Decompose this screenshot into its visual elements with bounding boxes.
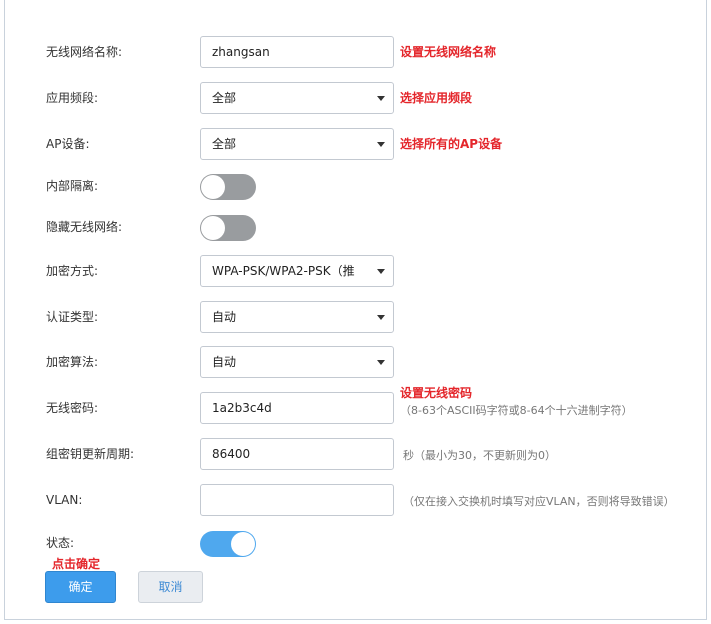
ssid-label: 无线网络名称:: [46, 45, 123, 59]
ap-annotation: 选择所有的AP设备: [400, 137, 503, 151]
ap-row: AP设备: 全部 选择所有的AP设备: [0, 128, 711, 160]
chevron-down-icon: [377, 360, 385, 365]
password-label: 无线密码:: [46, 401, 99, 415]
rekey-label: 组密钥更新周期:: [46, 447, 135, 461]
algorithm-row: 加密算法: 自动: [0, 346, 711, 378]
chevron-down-icon: [377, 269, 385, 274]
password-annotation: 设置无线密码: [400, 386, 473, 400]
isolation-toggle[interactable]: [200, 174, 256, 200]
hide-ssid-row: 隐藏无线网络:: [0, 211, 711, 243]
encryption-select[interactable]: WPA-PSK/WPA2-PSK（推: [200, 255, 394, 287]
password-hint: （8-63个ASCII码字符或8-64个十六进制字符）: [400, 404, 633, 417]
auth-row: 认证类型: 自动: [0, 301, 711, 333]
rekey-hint: 秒（最小为30，不更新则为0）: [403, 449, 556, 462]
band-label: 应用频段:: [46, 91, 99, 105]
ssid-annotation: 设置无线网络名称: [400, 45, 497, 59]
rekey-row: 组密钥更新周期: 秒（最小为30，不更新则为0）: [0, 438, 711, 470]
toggle-knob: [201, 175, 225, 199]
band-annotation: 选择应用频段: [400, 91, 473, 105]
ap-label: AP设备:: [46, 137, 90, 151]
password-input[interactable]: [200, 392, 394, 424]
vlan-label: VLAN:: [46, 493, 83, 507]
encryption-label: 加密方式:: [46, 264, 99, 278]
ok-button[interactable]: 确定: [45, 571, 116, 603]
algorithm-select[interactable]: 自动: [200, 346, 394, 378]
status-row: 状态:: [0, 527, 711, 559]
band-row: 应用频段: 全部 选择应用频段: [0, 82, 711, 114]
ap-select[interactable]: 全部: [200, 128, 394, 160]
encryption-select-value: WPA-PSK/WPA2-PSK（推: [212, 264, 355, 278]
status-toggle[interactable]: [200, 531, 256, 557]
isolation-row: 内部隔离:: [0, 170, 711, 202]
chevron-down-icon: [377, 315, 385, 320]
rekey-input[interactable]: [200, 438, 394, 470]
algorithm-select-value: 自动: [212, 355, 237, 369]
auth-select[interactable]: 自动: [200, 301, 394, 333]
vlan-row: VLAN: （仅在接入交换机时填写对应VLAN，否则将导致错误）: [0, 484, 711, 516]
chevron-down-icon: [377, 142, 385, 147]
isolation-label: 内部隔离:: [46, 179, 99, 193]
ok-annotation: 点击确定: [52, 557, 101, 571]
password-row: 无线密码: 设置无线密码 （8-63个ASCII码字符或8-64个十六进制字符）: [0, 386, 711, 424]
vlan-hint: （仅在接入交换机时填写对应VLAN，否则将导致错误）: [403, 495, 675, 508]
hide-ssid-label: 隐藏无线网络:: [46, 220, 123, 234]
ssid-input[interactable]: [200, 36, 394, 68]
vlan-input[interactable]: [200, 484, 394, 516]
toggle-knob: [231, 532, 255, 556]
band-select[interactable]: 全部: [200, 82, 394, 114]
band-select-value: 全部: [212, 91, 237, 105]
encryption-row: 加密方式: WPA-PSK/WPA2-PSK（推: [0, 255, 711, 287]
auth-select-value: 自动: [212, 310, 237, 324]
toggle-knob: [201, 216, 225, 240]
ssid-row: 无线网络名称: 设置无线网络名称: [0, 36, 711, 68]
chevron-down-icon: [377, 96, 385, 101]
ap-select-value: 全部: [212, 137, 237, 151]
cancel-button[interactable]: 取消: [138, 571, 203, 603]
auth-label: 认证类型:: [46, 310, 99, 324]
algorithm-label: 加密算法:: [46, 355, 99, 369]
hide-ssid-toggle[interactable]: [200, 215, 256, 241]
